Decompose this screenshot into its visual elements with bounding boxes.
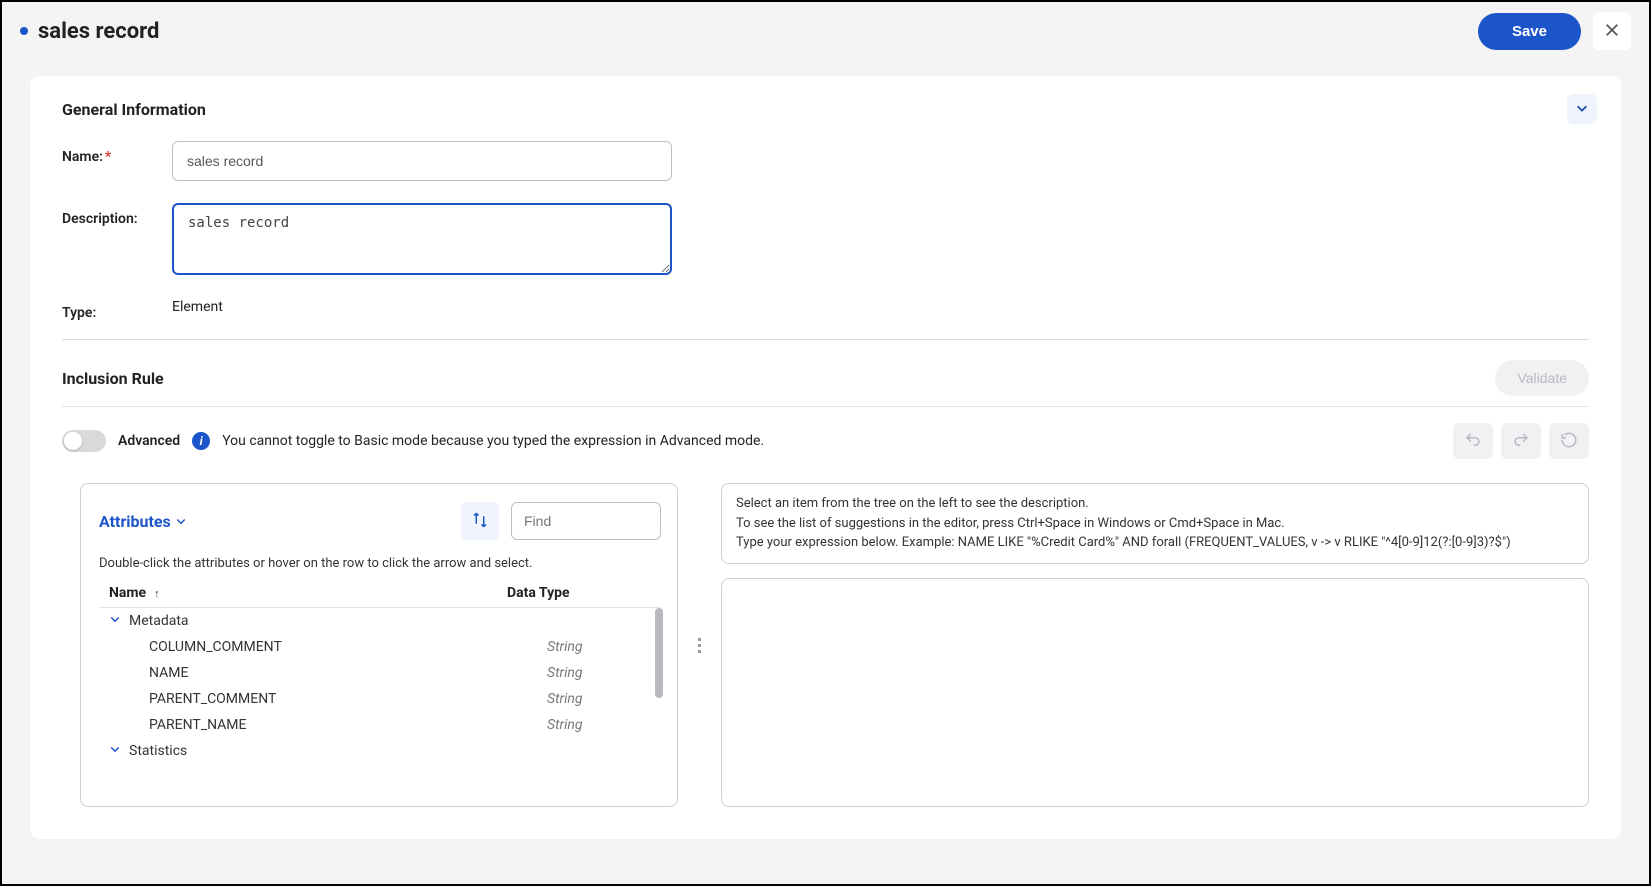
inclusion-rule-title: Inclusion Rule bbox=[62, 369, 1495, 388]
inclusion-rule-header: Inclusion Rule Validate bbox=[62, 360, 1589, 396]
hint-line: Type your expression below. Example: NAM… bbox=[736, 533, 1574, 553]
column-header-name[interactable]: Name bbox=[109, 585, 146, 601]
find-input[interactable] bbox=[511, 502, 661, 540]
save-button[interactable]: Save bbox=[1478, 13, 1581, 50]
attributes-dropdown[interactable]: Attributes bbox=[99, 512, 187, 531]
required-asterisk: * bbox=[105, 149, 111, 165]
tree-item[interactable]: PARENT_COMMENTString bbox=[99, 686, 661, 712]
close-icon bbox=[1605, 21, 1619, 42]
description-label: Description: bbox=[62, 203, 172, 227]
tree-group[interactable]: Statistics bbox=[99, 738, 661, 764]
name-label: Name:* bbox=[62, 141, 172, 165]
redo-button[interactable] bbox=[1501, 423, 1541, 459]
name-input[interactable] bbox=[172, 141, 672, 181]
undo-button[interactable] bbox=[1453, 423, 1493, 459]
attributes-table-header: Name ↑ Data Type bbox=[99, 581, 661, 608]
chevron-down-icon bbox=[1575, 101, 1589, 118]
page-header: sales record Save bbox=[2, 2, 1649, 56]
chevron-down-icon bbox=[109, 743, 121, 759]
tree-item-type: String bbox=[547, 717, 583, 733]
tree-item-name: COLUMN_COMMENT bbox=[149, 639, 547, 655]
modified-indicator-dot bbox=[20, 27, 28, 35]
collapse-section-button[interactable] bbox=[1567, 94, 1597, 124]
divider bbox=[62, 339, 1589, 340]
type-label: Type: bbox=[62, 297, 172, 321]
advanced-info-text: You cannot toggle to Basic mode because … bbox=[222, 433, 764, 449]
type-value: Element bbox=[172, 297, 223, 315]
expression-column: Select an item from the tree on the left… bbox=[721, 483, 1589, 807]
general-information-title: General Information bbox=[62, 100, 1589, 119]
advanced-toggle-label: Advanced bbox=[118, 433, 180, 449]
attributes-tree: MetadataCOLUMN_COMMENTStringNAMEStringPA… bbox=[99, 608, 661, 764]
sort-button[interactable] bbox=[461, 502, 499, 540]
tree-item-name: PARENT_NAME bbox=[149, 717, 547, 733]
tree-group-label: Metadata bbox=[129, 613, 189, 629]
resize-handle[interactable] bbox=[696, 483, 703, 807]
expression-hint-box: Select an item from the tree on the left… bbox=[721, 483, 1589, 564]
rule-body: Attributes Double-click the attributes o… bbox=[62, 483, 1589, 807]
tree-group-label: Statistics bbox=[129, 743, 187, 759]
description-input[interactable] bbox=[172, 203, 672, 275]
divider bbox=[62, 406, 1589, 407]
tree-item[interactable]: PARENT_NAMEString bbox=[99, 712, 661, 738]
reset-icon bbox=[1560, 431, 1578, 452]
chevron-down-icon bbox=[175, 512, 187, 531]
tree-item-type: String bbox=[547, 639, 583, 655]
column-header-type[interactable]: Data Type bbox=[507, 585, 651, 601]
tree-item[interactable]: NAMEString bbox=[99, 660, 661, 686]
page-title: sales record bbox=[38, 19, 1478, 44]
name-row: Name:* bbox=[62, 141, 1589, 181]
tree-item-name: PARENT_COMMENT bbox=[149, 691, 547, 707]
chevron-down-icon bbox=[109, 613, 121, 629]
tree-item-type: String bbox=[547, 665, 583, 681]
info-icon: i bbox=[192, 432, 210, 450]
expression-editor[interactable] bbox=[721, 578, 1589, 808]
sort-ascending-icon: ↑ bbox=[154, 587, 160, 600]
hint-line: Select an item from the tree on the left… bbox=[736, 494, 1574, 514]
main-card: General Information Name:* Description: … bbox=[30, 76, 1621, 839]
validate-button[interactable]: Validate bbox=[1495, 360, 1589, 396]
sort-icon bbox=[471, 511, 489, 532]
attributes-hint: Double-click the attributes or hover on … bbox=[99, 556, 661, 571]
reset-button[interactable] bbox=[1549, 423, 1589, 459]
undo-icon bbox=[1464, 431, 1482, 452]
close-button[interactable] bbox=[1593, 12, 1631, 50]
attributes-panel: Attributes Double-click the attributes o… bbox=[80, 483, 678, 807]
scrollbar[interactable] bbox=[655, 608, 663, 698]
redo-icon bbox=[1512, 431, 1530, 452]
advanced-toggle-row: Advanced i You cannot toggle to Basic mo… bbox=[62, 423, 1589, 459]
tree-group[interactable]: Metadata bbox=[99, 608, 661, 634]
type-row: Type: Element bbox=[62, 297, 1589, 321]
tree-item-type: String bbox=[547, 691, 583, 707]
tree-item-name: NAME bbox=[149, 665, 547, 681]
hint-line: To see the list of suggestions in the ed… bbox=[736, 514, 1574, 534]
description-row: Description: bbox=[62, 203, 1589, 275]
tree-item[interactable]: COLUMN_COMMENTString bbox=[99, 634, 661, 660]
advanced-toggle[interactable] bbox=[62, 430, 106, 452]
